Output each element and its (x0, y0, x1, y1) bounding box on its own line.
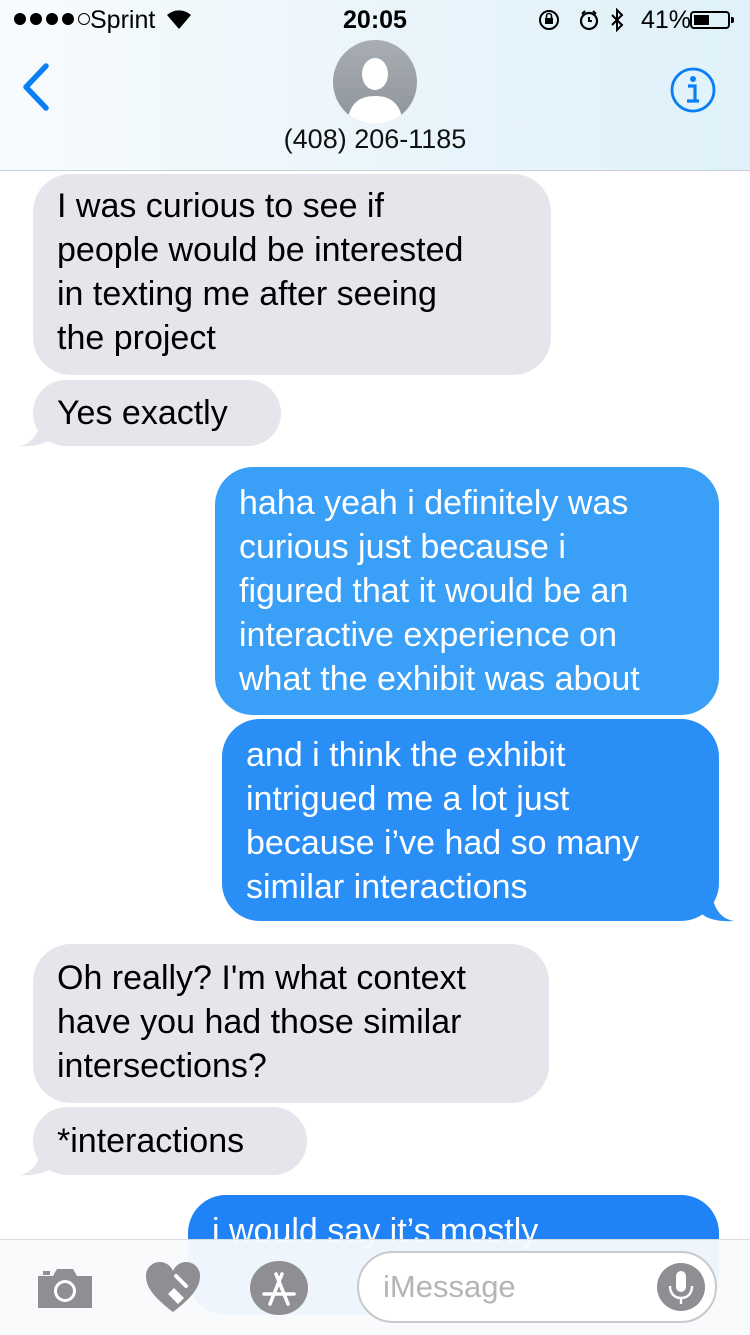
conversation-header: Sprint 20:05 41% (408) 206-1185 (0, 0, 750, 171)
message-line: Oh really? I'm what context (57, 959, 466, 997)
incoming-bubble-tail (19, 1148, 53, 1176)
message-line: haha yeah i definitely was (239, 484, 629, 522)
imessage-input[interactable]: iMessage (357, 1251, 717, 1323)
message-line: intersections? (57, 1047, 267, 1085)
message-line: intrigued me a lot just (246, 780, 570, 818)
message-line: people would be interested (57, 231, 464, 269)
incoming-message-bubble[interactable]: *interactions (33, 1107, 307, 1175)
back-chevron-icon[interactable] (18, 62, 52, 117)
incoming-bubble-tail (19, 419, 53, 447)
info-icon[interactable] (669, 66, 717, 119)
contact-phone-number[interactable]: (408) 206-1185 (0, 124, 750, 155)
message-line: what the exhibit was about (239, 660, 640, 698)
battery-icon (690, 11, 734, 29)
message-line: in texting me after seeing (57, 275, 437, 313)
message-line: Yes exactly (57, 394, 228, 432)
bluetooth-icon (611, 7, 624, 33)
message-line: figured that it would be an (239, 572, 629, 610)
battery-percentage: 41% (641, 6, 692, 34)
camera-icon[interactable] (36, 1266, 94, 1315)
digital-touch-heart-icon[interactable] (144, 1260, 202, 1321)
message-line: and i think the exhibit (246, 736, 566, 774)
message-line: because i’ve had so many (246, 824, 640, 862)
message-line: I was curious to see if (57, 187, 384, 225)
outgoing-message-bubble[interactable]: and i think the exhibit intrigued me a l… (222, 719, 719, 921)
incoming-message-bubble[interactable]: I was curious to see if people would be … (33, 174, 551, 375)
orientation-lock-icon (539, 10, 559, 30)
incoming-message-bubble[interactable]: Yes exactly (33, 380, 281, 446)
contact-avatar-icon[interactable] (333, 40, 417, 124)
message-line: interactive experience on (239, 616, 618, 654)
message-line: the project (57, 319, 216, 357)
message-line: similar interactions (246, 868, 528, 906)
alarm-icon (579, 10, 599, 31)
imessage-placeholder: iMessage (383, 1269, 516, 1304)
message-line: *interactions (57, 1122, 245, 1160)
status-bar: Sprint 20:05 41% (0, 0, 750, 40)
outgoing-bubble-tail (700, 894, 734, 922)
app-store-icon[interactable] (249, 1260, 309, 1321)
incoming-message-bubble[interactable]: Oh really? I'm what context have you had… (33, 944, 549, 1103)
status-icons (538, 7, 638, 41)
message-line: curious just because i (239, 528, 566, 566)
microphone-icon[interactable] (656, 1262, 706, 1320)
message-input-bar: iMessage (0, 1239, 750, 1335)
message-line: have you had those similar (57, 1003, 462, 1041)
outgoing-message-bubble[interactable]: haha yeah i definitely was curious just … (215, 467, 719, 715)
